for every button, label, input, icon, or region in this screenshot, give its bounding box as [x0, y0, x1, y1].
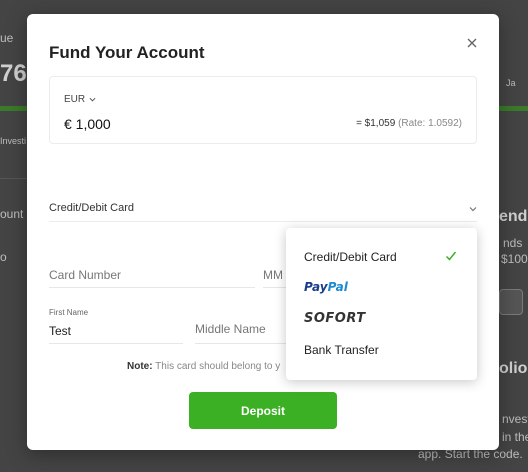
paypal-logo-pal: Pal: [327, 280, 348, 294]
note-text: This card should belong to y: [155, 361, 281, 372]
paypal-logo-pay: Pay: [304, 280, 328, 294]
bg-text: $100: [501, 252, 528, 266]
card-number-field[interactable]: Card Number: [49, 262, 255, 288]
sofort-logo: SOFORT: [304, 311, 366, 326]
bg-heading: end: [499, 208, 528, 225]
chevron-down-icon: [89, 97, 96, 102]
note-label: Note:: [127, 361, 153, 372]
first-name-label: First Name: [49, 308, 89, 317]
bg-progress-right: [499, 106, 528, 111]
currency-label: EUR: [64, 94, 86, 105]
card-number-placeholder: Card Number: [49, 268, 122, 282]
payment-method-value: Credit/Debit Card: [49, 202, 134, 214]
expiry-placeholder: MM: [263, 268, 283, 282]
first-name-field[interactable]: First Name Test: [49, 308, 183, 344]
converted-amount: = $1,059 (Rate: 1.0592): [356, 118, 462, 129]
currency-select[interactable]: EUR: [64, 94, 96, 105]
option-sofort[interactable]: SOFORT: [304, 311, 464, 326]
deposit-button[interactable]: Deposit: [189, 392, 337, 429]
bg-heading: olio: [499, 360, 528, 377]
option-label: Bank Transfer: [304, 343, 379, 357]
option-bank-transfer[interactable]: Bank Transfer: [304, 343, 464, 357]
exchange-rate: (Rate: 1.0592): [398, 118, 462, 129]
bg-input: [499, 289, 523, 315]
payment-method-dropdown: Credit/Debit Card PayPal SOFORT Bank Tra…: [286, 228, 477, 380]
option-credit-debit-card[interactable]: Credit/Debit Card: [304, 250, 464, 264]
modal-title: Fund Your Account: [49, 43, 205, 62]
bg-text: Investi: [0, 136, 27, 146]
amount-input[interactable]: € 1,000: [64, 116, 111, 132]
card-note: Note: This card should belong to y: [127, 361, 280, 372]
converted-value: = $1,059: [356, 118, 396, 129]
bg-text: ount: [0, 207, 24, 221]
chevron-down-icon: [469, 207, 477, 212]
bg-progress: [0, 106, 27, 111]
option-label: Credit/Debit Card: [304, 250, 397, 264]
bg-text: ue: [0, 31, 14, 45]
bg-text: nds: [503, 236, 523, 250]
option-paypal[interactable]: PayPal: [304, 280, 464, 294]
amount-box: EUR € 1,000 = $1,059 (Rate: 1.0592): [49, 76, 477, 144]
bg-text: in the: [502, 430, 528, 444]
bg-divider: [0, 178, 27, 179]
middle-name-placeholder: Middle Name: [195, 322, 266, 336]
payment-method-select[interactable]: Credit/Debit Card: [49, 192, 477, 222]
first-name-value: Test: [49, 324, 72, 338]
bg-text: Ja: [506, 78, 516, 88]
bg-text: nvestm: [502, 412, 528, 426]
check-icon: [445, 251, 457, 261]
close-icon[interactable]: [467, 33, 477, 51]
bg-text: o: [0, 250, 7, 264]
